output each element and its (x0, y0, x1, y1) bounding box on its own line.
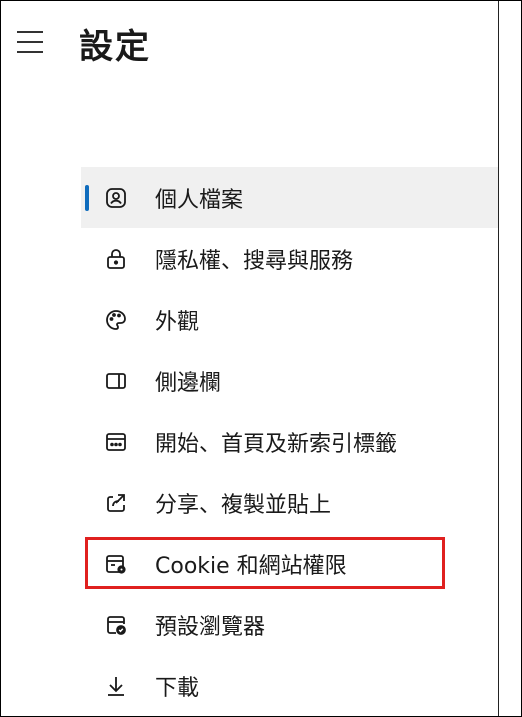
nav-label: 下載 (155, 675, 200, 701)
nav-label: Cookie 和網站權限 (155, 553, 347, 579)
cookie-site-permissions-icon (104, 552, 128, 576)
settings-header: 設定 (1, 1, 498, 81)
nav-label: 分享、複製並貼上 (155, 492, 332, 518)
home-tab-icon (104, 430, 128, 454)
nav-item-share-copy-paste[interactable]: 分享、複製並貼上 (81, 472, 498, 533)
nav-item-start-home-newtab[interactable]: 開始、首頁及新索引標籤 (81, 411, 498, 472)
lock-icon (104, 247, 128, 271)
nav-item-profile[interactable]: 個人檔案 (81, 167, 498, 228)
default-browser-icon (104, 613, 128, 637)
nav-label: 開始、首頁及新索引標籤 (155, 431, 398, 457)
download-icon (104, 674, 128, 698)
nav-item-sidebar[interactable]: 側邊欄 (81, 350, 498, 411)
palette-icon (104, 308, 128, 332)
nav-label: 側邊欄 (155, 370, 222, 396)
sidebar-icon (104, 369, 128, 393)
nav-label: 隱私權、搜尋與服務 (155, 248, 354, 274)
profile-icon (104, 186, 128, 210)
settings-window: 設定 個人檔案 隱私權、搜尋與服務 外觀 側邊欄 開始、首頁及新索引標籤 分享、… (0, 0, 522, 717)
nav-label: 外觀 (155, 309, 200, 335)
page-title: 設定 (79, 27, 151, 67)
settings-nav: 個人檔案 隱私權、搜尋與服務 外觀 側邊欄 開始、首頁及新索引標籤 分享、複製並… (81, 167, 498, 716)
nav-item-cookies-site-permissions[interactable]: Cookie 和網站權限 (81, 533, 498, 594)
nav-item-downloads[interactable]: 下載 (81, 655, 498, 716)
nav-label: 個人檔案 (155, 187, 244, 213)
nav-item-default-browser[interactable]: 預設瀏覽器 (81, 594, 498, 655)
hamburger-menu-icon[interactable] (17, 31, 47, 53)
right-edge-area (499, 1, 521, 716)
nav-item-appearance[interactable]: 外觀 (81, 289, 498, 350)
nav-item-privacy[interactable]: 隱私權、搜尋與服務 (81, 228, 498, 289)
share-icon (104, 491, 128, 515)
nav-label: 預設瀏覽器 (155, 614, 266, 640)
